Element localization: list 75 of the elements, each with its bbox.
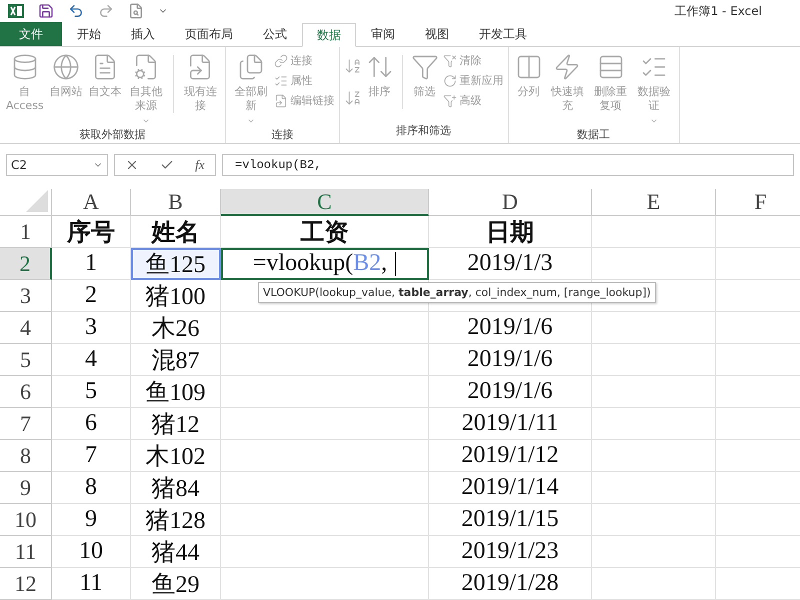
row-header[interactable]: 6 — [0, 376, 52, 408]
row-header[interactable]: 3 — [0, 280, 52, 312]
table-cell: 2019/1/23 — [429, 536, 592, 568]
table-cell: 2 — [52, 280, 131, 312]
table-cell: 木26 — [131, 312, 221, 344]
column-header[interactable]: A — [52, 189, 131, 216]
name-box[interactable]: C2 — [6, 154, 108, 176]
table-cell: 猪44 — [131, 536, 221, 568]
table-cell: 10 — [52, 536, 131, 568]
funnel-plus-icon — [442, 94, 457, 108]
app-logo-icon[interactable] — [8, 3, 24, 19]
file-tab[interactable]: 文件 — [0, 22, 62, 46]
table-cell: 混87 — [131, 344, 221, 376]
column-header[interactable]: D — [429, 189, 592, 216]
file-link-icon — [274, 94, 288, 108]
table-cell: 7 — [52, 440, 131, 472]
row-header[interactable]: 12 — [0, 568, 52, 600]
table-cell: 猪12 — [131, 408, 221, 440]
table-cell: 6 — [52, 408, 131, 440]
table-cell: 8 — [52, 472, 131, 504]
table-cell: 5 — [52, 376, 131, 408]
list-icon — [274, 74, 288, 88]
print-preview-icon[interactable] — [128, 3, 144, 19]
refresh-icon — [442, 74, 457, 88]
table-cell: 3 — [52, 312, 131, 344]
row-header[interactable]: 1 — [0, 216, 52, 248]
table-cell: 2019/1/3 — [429, 248, 592, 280]
group-label: 获取外部数据 — [78, 127, 147, 143]
group-label: 数据工 — [576, 127, 612, 143]
table-cell: 11 — [52, 568, 131, 600]
table-cell: 2019/1/15 — [429, 504, 592, 536]
row-header[interactable]: 10 — [0, 504, 52, 536]
table-cell: 2019/1/12 — [429, 440, 592, 472]
editing-cell[interactable]: =vlookup(B2, — [221, 248, 429, 280]
row-header[interactable]: 9 — [0, 472, 52, 504]
table-cell: 日期 — [429, 216, 592, 248]
ribbon-tab[interactable]: 数据 — [302, 23, 356, 47]
table-cell: 2019/1/28 — [429, 568, 592, 600]
row-header[interactable]: 2 — [0, 248, 52, 280]
triangle-icon — [26, 190, 48, 212]
table-cell: 序号 — [52, 216, 131, 248]
table-cell: 2019/1/6 — [429, 344, 592, 376]
row-header[interactable]: 4 — [0, 312, 52, 344]
formula-field[interactable]: =vlookup(B2, — [222, 154, 794, 176]
column-header[interactable]: E — [592, 189, 716, 216]
row-header[interactable]: 8 — [0, 440, 52, 472]
table-cell: 2019/1/6 — [429, 312, 592, 344]
link-icon — [274, 54, 288, 68]
window-title: 工作簿1 - Excel — [674, 2, 762, 20]
function-tooltip: VLOOKUP(lookup_value, table_array, col_index_num, [range_lookup]) — [258, 282, 656, 303]
save-icon[interactable] — [38, 3, 54, 19]
table-cell: 木102 — [131, 440, 221, 472]
funnel-clear-icon — [442, 54, 457, 68]
table-cell: 4 — [52, 344, 131, 376]
table-cell: 鱼29 — [131, 568, 221, 600]
funnel-icon — [410, 53, 439, 81]
group-label: 排序和筛选 — [395, 123, 452, 139]
globe-icon — [52, 53, 80, 81]
referenced-cell: 鱼125 — [131, 248, 221, 280]
row-header[interactable]: 11 — [0, 536, 52, 568]
table-cell: 猪128 — [131, 504, 221, 536]
table-cell: 2019/1/14 — [429, 472, 592, 504]
table-cell: 2019/1/11 — [429, 408, 592, 440]
table-cell: 9 — [52, 504, 131, 536]
table-cell: 鱼109 — [131, 376, 221, 408]
column-header[interactable]: B — [131, 189, 221, 216]
table-cell: 2019/1/6 — [429, 376, 592, 408]
row-header[interactable]: 5 — [0, 344, 52, 376]
column-header[interactable]: C — [221, 189, 429, 216]
insert-function-button[interactable]: fx — [195, 157, 205, 173]
table-cell: 猪84 — [131, 472, 221, 504]
undo-icon[interactable] — [68, 3, 84, 19]
row-header[interactable]: 7 — [0, 408, 52, 440]
group-label: 连接 — [270, 127, 294, 143]
table-cell: 猪100 — [131, 280, 221, 312]
